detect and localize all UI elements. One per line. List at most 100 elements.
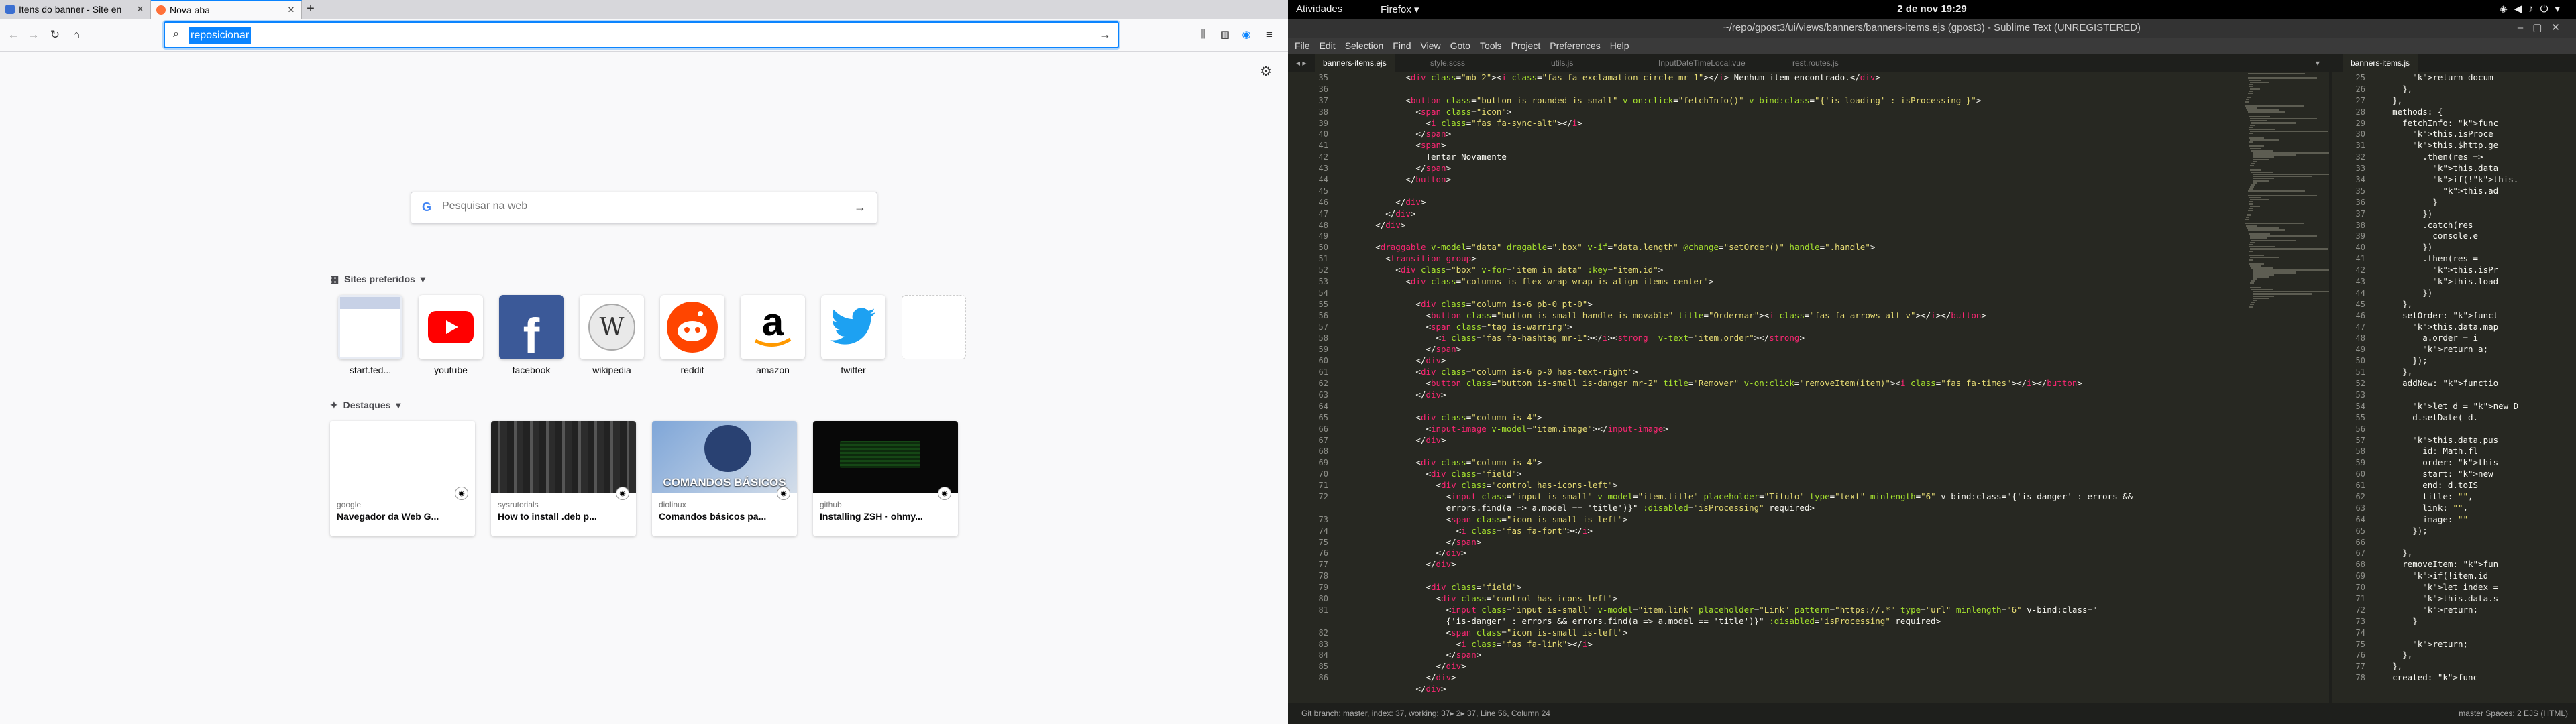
gear-icon[interactable]: ⚙	[1260, 63, 1272, 80]
minimap-line	[2251, 149, 2273, 152]
menu-edit[interactable]: Edit	[1320, 40, 1336, 51]
close-icon[interactable]: ✕	[286, 5, 296, 15]
code-line: created: "k">func	[2372, 672, 2479, 683]
system-tray-icons[interactable]: ◈◀♪⏻▾	[2500, 3, 2567, 15]
code-editor[interactable]: "k">return docum }, }, methods: { fetchI…	[2372, 72, 2573, 684]
minimap[interactable]	[2241, 72, 2333, 703]
line-number: 38	[1318, 107, 1328, 117]
line-number: 67	[2355, 548, 2365, 558]
highlight-card[interactable]: ◉ github Installing ZSH · ohmy...	[813, 421, 958, 536]
minimap-line	[2246, 99, 2250, 101]
code-editor[interactable]: <div class="mb-2"><i class="fas fa-excla…	[1335, 72, 2328, 703]
line-number: 42	[1318, 152, 1328, 162]
line-number: 77	[2355, 662, 2365, 672]
minimap-line	[2251, 171, 2273, 173]
line-number: 70	[2355, 583, 2365, 593]
tab-dropdown-icon[interactable]: ▾	[2308, 54, 2328, 72]
web-search-box[interactable]: G →	[411, 192, 877, 224]
chevron-down-icon: ▾	[420, 274, 425, 284]
code-line: "k">this.isPr	[2432, 265, 2499, 276]
highlight-card[interactable]: COMANDOS BÁSICOS ◉ diolinux Comandos bás…	[652, 421, 797, 536]
new-tab-button[interactable]: +	[302, 0, 319, 19]
line-number: 75	[2355, 639, 2365, 649]
context-menu-icon[interactable]: ◉	[455, 487, 468, 500]
line-number: 31	[2355, 141, 2365, 151]
line-number: 34	[2355, 175, 2365, 185]
go-arrow-icon[interactable]: →	[854, 200, 866, 215]
highlight-card[interactable]: ◉ sysrutorials How to install .deb p...	[491, 421, 636, 536]
library-icon[interactable]: ⫼	[1195, 27, 1212, 43]
context-menu-icon[interactable]: ◉	[616, 487, 629, 500]
menu-find[interactable]: Find	[1393, 40, 1411, 51]
editor-tab[interactable]: style.scss	[1422, 54, 1473, 72]
back-icon[interactable]: ←	[5, 27, 21, 43]
minimap-line	[2249, 250, 2253, 252]
menu-preferences[interactable]: Preferences	[1550, 40, 1600, 51]
line-number: 27	[2355, 95, 2365, 105]
top-site-wikipedia[interactable]: W wikipedia	[572, 295, 652, 375]
editor-tab[interactable]: utils.js	[1543, 54, 1581, 72]
top-site-youtube[interactable]: youtube	[411, 295, 491, 375]
close-icon[interactable]: ✕	[136, 4, 145, 15]
minimap-line	[2252, 160, 2257, 162]
menu-goto[interactable]: Goto	[1450, 40, 1470, 51]
top-site-amazon[interactable]: a amazon	[733, 295, 813, 375]
code-line: })	[2372, 287, 2433, 298]
code-line: <i class="fas fa-hashtag mr-1"></i><stro…	[1335, 333, 1805, 343]
status-right[interactable]: master Spaces: 2 EJS (HTML)	[2459, 703, 2568, 724]
home-icon[interactable]: ⌂	[68, 27, 85, 43]
clock[interactable]: 2 de nov 19:29	[1288, 3, 2576, 15]
reload-icon[interactable]: ↻	[47, 27, 63, 43]
editor-tab[interactable]: banners-items.ejs	[1315, 54, 1395, 72]
tab-banner-items[interactable]: Itens do banner - Site en ✕	[0, 0, 151, 19]
menu-tools[interactable]: Tools	[1480, 40, 1502, 51]
top-site-facebook[interactable]: f facebook	[491, 295, 572, 375]
menu-project[interactable]: Project	[1511, 40, 1541, 51]
editor-tab[interactable]: rest.routes.js	[1784, 54, 1847, 72]
code-line: <span class="icon is-small is-left">	[1335, 627, 1628, 638]
menu-view[interactable]: View	[1421, 40, 1441, 51]
minimap-line	[2250, 205, 2260, 207]
minimap-line	[2250, 88, 2260, 90]
code-line: },	[2372, 298, 2413, 309]
sidebar-icon[interactable]: ▥	[1217, 27, 1233, 43]
line-number: 73	[2355, 616, 2365, 626]
editor-tab[interactable]: InputDateTimeLocal.vue	[1650, 54, 1754, 72]
web-search-input[interactable]	[442, 200, 818, 213]
minimap-line	[2250, 124, 2255, 126]
menu-help[interactable]: Help	[1610, 40, 1629, 51]
minimap-line	[2245, 218, 2249, 220]
line-number: 59	[1318, 345, 1328, 355]
go-arrow-icon[interactable]: →	[1099, 27, 1111, 42]
editor-tab[interactable]: banners-items.js	[2343, 54, 2418, 72]
url-input[interactable]	[189, 27, 251, 44]
extension-icon[interactable]: ◉	[1238, 27, 1254, 43]
menu-file[interactable]: File	[1295, 40, 1310, 51]
tab-new-tab[interactable]: Nova aba ✕	[151, 0, 302, 19]
code-line: <input class="input is-small" v-model="i…	[1335, 604, 2098, 615]
code-line: title: "",	[2372, 491, 2473, 501]
minimap-line	[2253, 297, 2270, 299]
minimap-line	[2249, 207, 2254, 209]
menu-icon[interactable]: ≡	[1261, 27, 1277, 43]
code-line: .then(res =	[2372, 253, 2479, 264]
window-controls-icon[interactable]: –▢✕	[2518, 19, 2569, 38]
tab-nav-icon[interactable]: ◂ ▸	[1288, 54, 1314, 72]
highlights-heading[interactable]: ✦ Destaques ▾	[330, 400, 400, 411]
top-site-twitter[interactable]: twitter	[813, 295, 894, 375]
top-site-start-fedora[interactable]: start.fed...	[330, 295, 411, 375]
context-menu-icon[interactable]: ◉	[777, 487, 790, 500]
minimap-line	[2249, 246, 2276, 248]
context-menu-icon[interactable]: ◉	[938, 487, 951, 500]
minimap-line	[2245, 223, 2305, 225]
twitter-icon	[821, 295, 885, 359]
minimap-line	[2249, 244, 2253, 246]
forward-icon[interactable]: →	[25, 27, 42, 43]
minimap-line	[2249, 128, 2276, 131]
top-site-reddit[interactable]: reddit	[652, 295, 733, 375]
menu-selection[interactable]: Selection	[1345, 40, 1384, 51]
top-sites-heading[interactable]: ▦ Sites preferidos ▾	[330, 274, 425, 285]
top-site-empty[interactable]	[894, 295, 974, 375]
url-bar[interactable]: ⌕ →	[164, 21, 1119, 48]
highlight-card[interactable]: ◉ google Navegador da Web G...	[330, 421, 475, 536]
